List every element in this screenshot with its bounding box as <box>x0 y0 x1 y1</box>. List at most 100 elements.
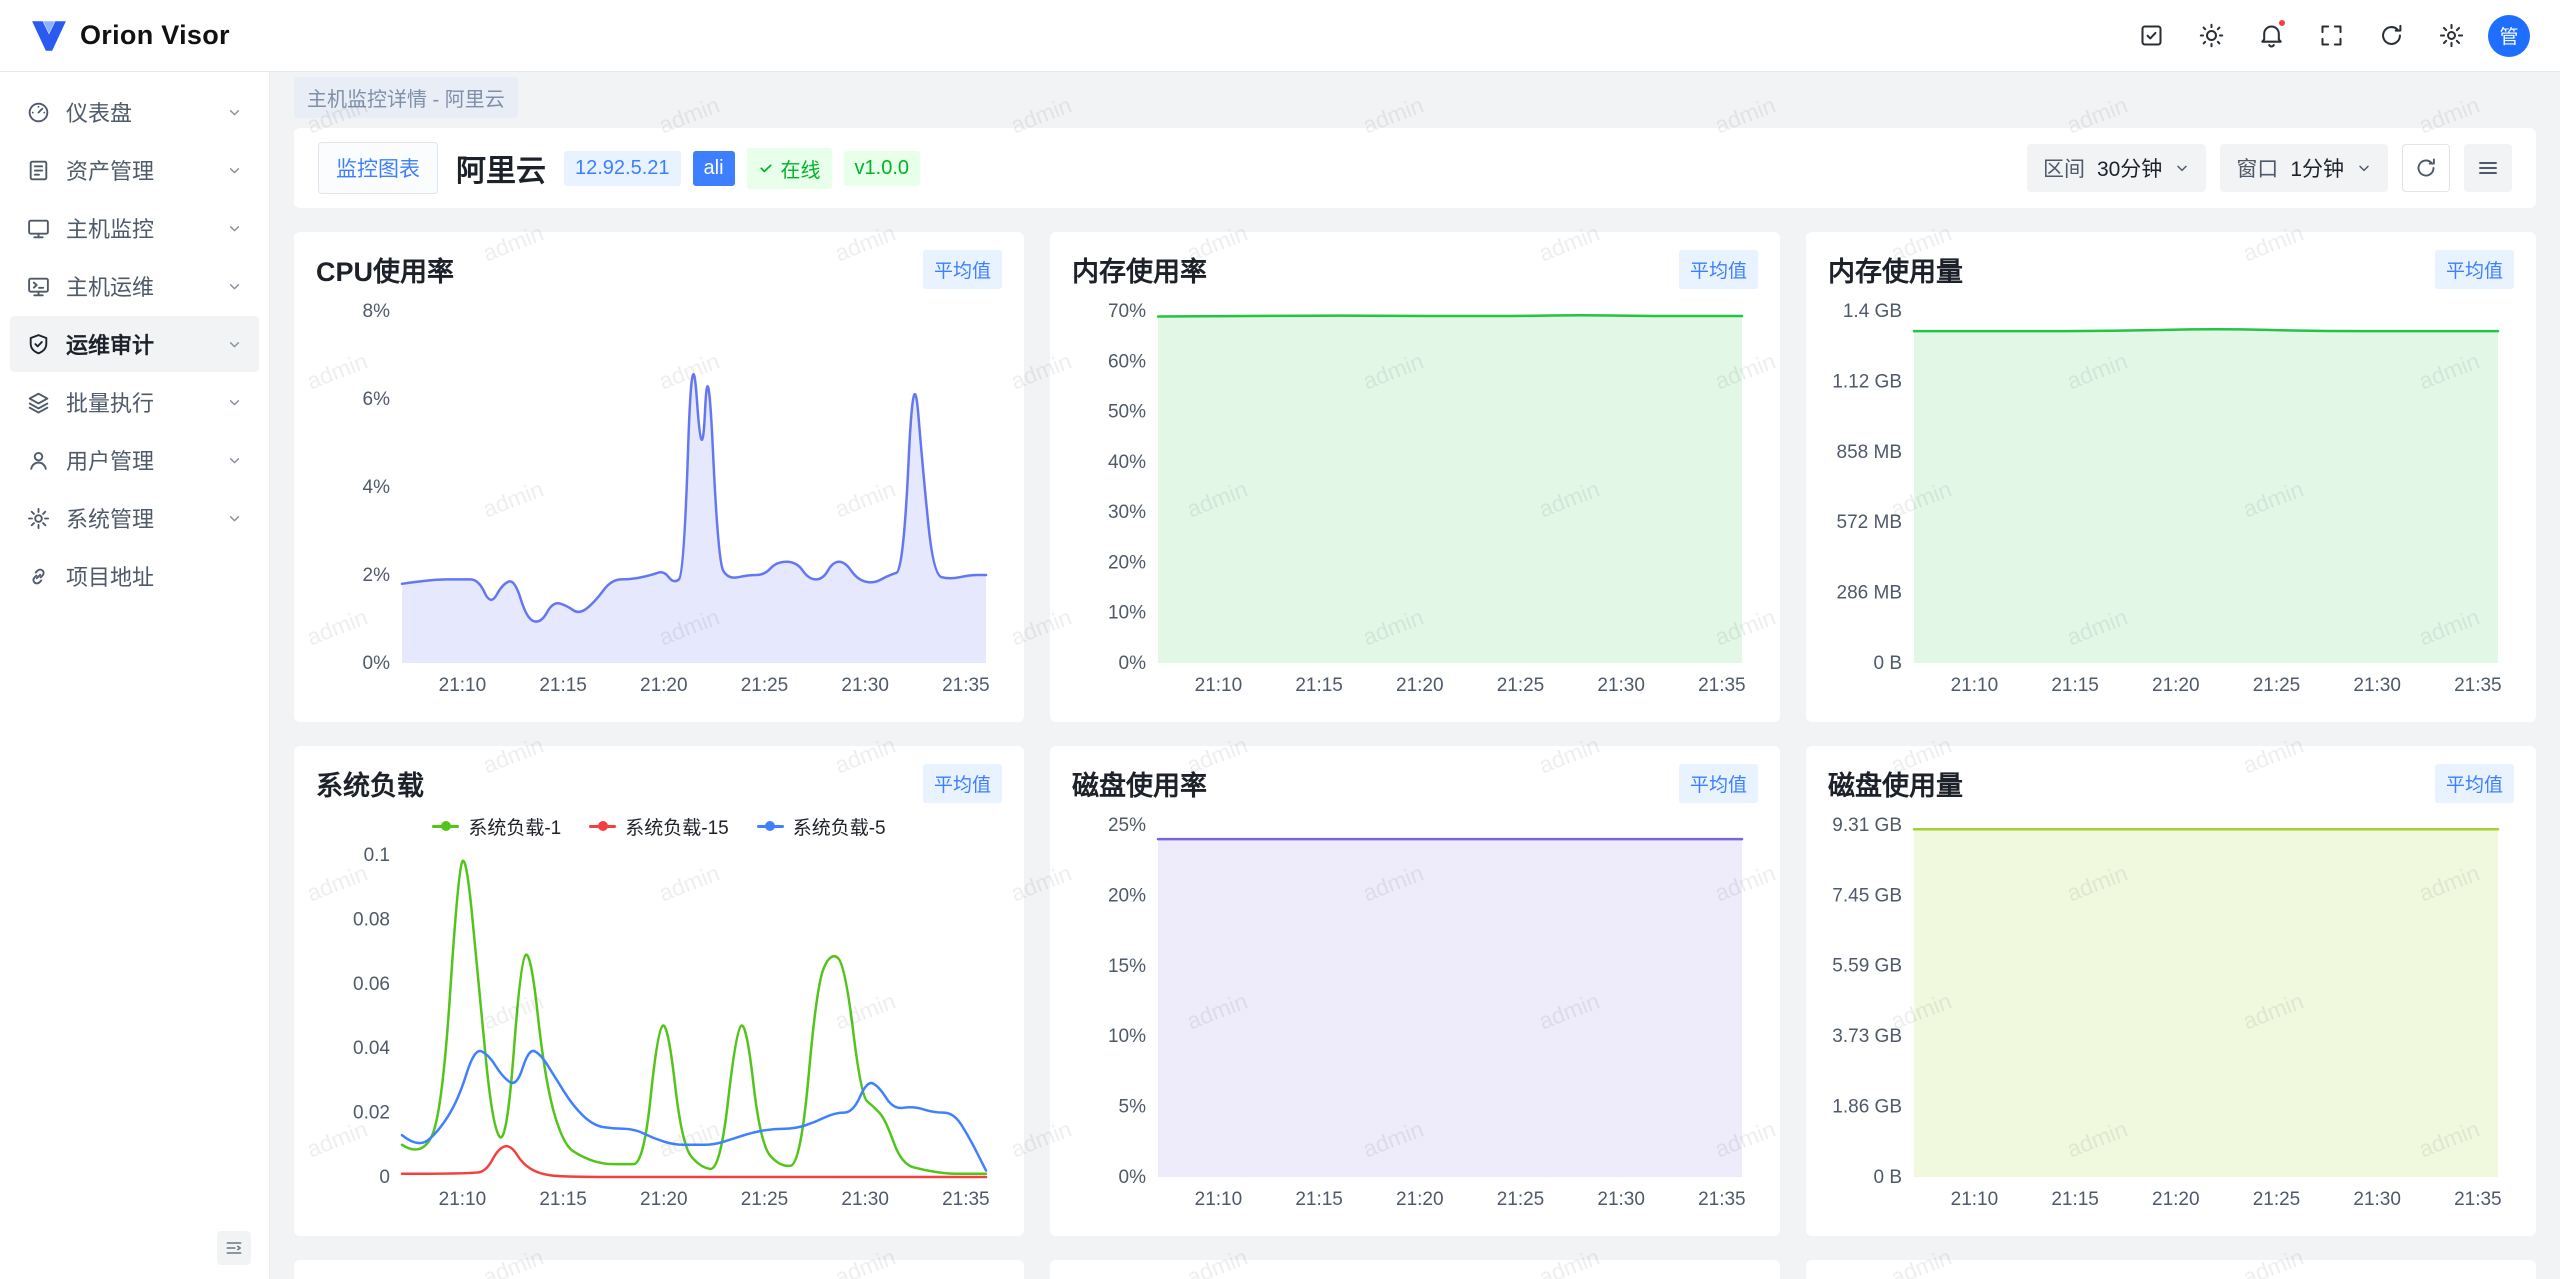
batch-icon <box>26 390 51 415</box>
legend-item[interactable]: 系统负载-15 <box>589 813 728 840</box>
host-header-right: 区间 30分钟 窗口 1分钟 <box>2027 144 2512 192</box>
y-axis-tick: 10% <box>1108 603 1146 624</box>
x-axis-tick: 21:30 <box>1597 1189 1645 1210</box>
series-area <box>1914 329 2498 663</box>
y-axis-tick: 0% <box>1119 1167 1147 1188</box>
fullscreen-button[interactable] <box>2308 13 2354 59</box>
sidebar-menu: 仪表盘资产管理主机监控主机运维运维审计批量执行用户管理系统管理项目地址 <box>0 82 269 606</box>
chart-card-head: 磁盘使用量平均值 <box>1828 764 2514 803</box>
chevron-down-icon <box>226 452 243 469</box>
sun-icon <box>2198 22 2225 49</box>
y-axis-tick: 0 B <box>1873 653 1902 674</box>
chevron-down-icon <box>226 278 243 295</box>
x-axis-tick: 21:20 <box>1396 1189 1444 1210</box>
monitor-chart-button[interactable]: 监控图表 <box>318 142 438 194</box>
host-tag-2: 在线 <box>747 148 832 189</box>
host-tags: 12.92.5.21ali在线v1.0.0 <box>564 148 920 189</box>
monitor-icon <box>26 216 51 241</box>
legend-item[interactable]: 系统负载-5 <box>757 813 886 840</box>
y-axis-tick: 9.31 GB <box>1832 815 1902 836</box>
app-logo-icon <box>30 17 68 55</box>
chevron-down-icon <box>226 104 243 121</box>
y-axis-tick: 3.73 GB <box>1832 1026 1902 1047</box>
y-axis-tick: 1.4 GB <box>1843 301 1902 322</box>
host-tag-1: ali <box>693 151 735 186</box>
chart-title: 内存使用量 <box>1828 250 1963 289</box>
x-axis-tick: 21:35 <box>2454 675 2502 696</box>
y-axis-tick: 8% <box>363 301 391 322</box>
x-axis-tick: 21:10 <box>439 1189 487 1210</box>
sidebar-item-host-ops[interactable]: 主机运维 <box>10 258 259 314</box>
sidebar-item-host-monitor[interactable]: 主机监控 <box>10 200 259 256</box>
window-select[interactable]: 窗口 1分钟 <box>2220 144 2388 192</box>
tasks-button[interactable] <box>2128 13 2174 59</box>
sidebar-item-ops-audit[interactable]: 运维审计 <box>10 316 259 372</box>
y-axis-tick: 0% <box>363 653 391 674</box>
x-axis-tick: 21:20 <box>2152 1189 2200 1210</box>
refresh-icon <box>2414 156 2438 180</box>
check-square-icon <box>2138 22 2165 49</box>
y-axis-tick: 50% <box>1108 402 1146 423</box>
chart-settings-button[interactable] <box>2464 144 2512 192</box>
x-axis-tick: 21:15 <box>539 675 587 696</box>
sidebar-item-label: 仪表盘 <box>66 96 132 128</box>
y-axis-tick: 858 MB <box>1837 442 1902 463</box>
x-axis-tick: 21:25 <box>741 675 789 696</box>
y-axis-tick: 40% <box>1108 452 1146 473</box>
sidebar-collapse-button[interactable] <box>217 1231 251 1265</box>
user-avatar[interactable]: 管 <box>2488 15 2530 57</box>
chart-card-cpu-usage: CPU使用率平均值0%2%4%6%8%21:1021:1521:2021:252… <box>294 232 1024 722</box>
x-axis-tick: 21:30 <box>2353 1189 2401 1210</box>
legend-marker <box>757 825 784 828</box>
theme-button[interactable] <box>2188 13 2234 59</box>
notifications-button[interactable] <box>2248 13 2294 59</box>
chart-card-partial <box>1050 1260 1780 1279</box>
legend-label: 系统负载-1 <box>468 813 561 840</box>
check-icon <box>758 160 774 176</box>
y-axis-tick: 0 <box>379 1167 390 1188</box>
chevron-down-icon <box>226 394 243 411</box>
legend-marker <box>432 825 459 828</box>
y-axis-tick: 0.06 <box>353 974 390 995</box>
sidebar-item-system-mgmt[interactable]: 系统管理 <box>10 490 259 546</box>
y-axis-tick: 7.45 GB <box>1832 885 1902 906</box>
refresh-button[interactable] <box>2368 13 2414 59</box>
chevron-down-icon <box>226 220 243 237</box>
x-axis-tick: 21:25 <box>2253 1189 2301 1210</box>
y-axis-tick: 30% <box>1108 502 1146 523</box>
sidebar-item-user-mgmt[interactable]: 用户管理 <box>10 432 259 488</box>
x-axis-tick: 21:15 <box>2051 675 2099 696</box>
legend-label: 系统负载-15 <box>625 813 728 840</box>
sidebar-item-project-link[interactable]: 项目地址 <box>10 548 259 604</box>
y-axis-tick: 10% <box>1108 1026 1146 1047</box>
host-tag-text: 12.92.5.21 <box>575 157 670 180</box>
y-axis-tick: 4% <box>363 477 391 498</box>
host-tag-0: 12.92.5.21 <box>564 151 681 186</box>
settings-button[interactable] <box>2428 13 2474 59</box>
chart-card-system-load: 系统负载平均值系统负载-1系统负载-15系统负载-500.020.040.060… <box>294 746 1024 1236</box>
sidebar-item-label: 用户管理 <box>66 444 154 476</box>
legend-item[interactable]: 系统负载-1 <box>432 813 561 840</box>
sidebar-item-label: 系统管理 <box>66 502 154 534</box>
refresh-charts-button[interactable] <box>2402 144 2450 192</box>
topbar: Orion Visor 管 <box>0 0 2560 72</box>
x-axis-tick: 21:30 <box>1597 675 1645 696</box>
average-badge: 平均值 <box>1679 250 1758 289</box>
x-axis-tick: 21:10 <box>1951 1189 1999 1210</box>
sidebar-item-batch-exec[interactable]: 批量执行 <box>10 374 259 430</box>
breadcrumb-item[interactable]: 主机监控详情 - 阿里云 <box>294 77 518 118</box>
x-axis-tick: 21:20 <box>640 675 688 696</box>
interval-select[interactable]: 区间 30分钟 <box>2027 144 2206 192</box>
y-axis-tick: 0.04 <box>353 1038 390 1059</box>
window-select-value: 1分钟 <box>2290 153 2344 183</box>
sidebar-item-assets[interactable]: 资产管理 <box>10 142 259 198</box>
average-badge: 平均值 <box>1679 764 1758 803</box>
interval-select-label: 区间 <box>2043 153 2085 183</box>
x-axis-tick: 21:30 <box>2353 675 2401 696</box>
x-axis-tick: 21:15 <box>1295 1189 1343 1210</box>
chart-card-head: 内存使用量平均值 <box>1828 250 2514 289</box>
x-axis-tick: 21:35 <box>942 1189 990 1210</box>
sidebar-item-dashboard[interactable]: 仪表盘 <box>10 84 259 140</box>
chevron-down-icon <box>226 510 243 527</box>
chart-card-partial <box>1806 1260 2536 1279</box>
